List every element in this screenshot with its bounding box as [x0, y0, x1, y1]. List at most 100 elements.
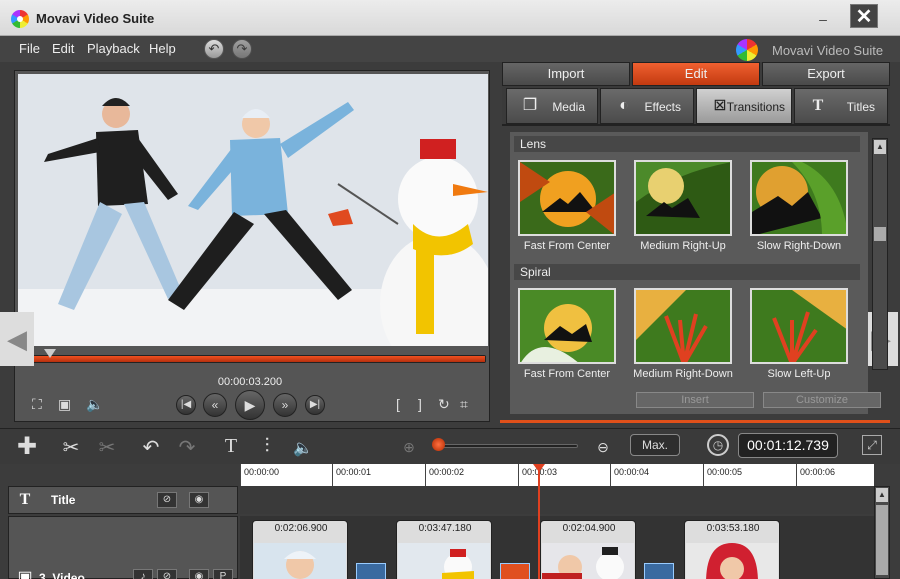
window-title: Movavi Video Suite: [36, 11, 155, 26]
transition-thumb[interactable]: [634, 160, 732, 236]
scroll-up-icon[interactable]: ▲: [874, 140, 886, 154]
clip-duration: 0:02:04.900: [562, 523, 616, 534]
ruler-tick: 00:00:02: [429, 467, 465, 477]
track-visibility-icon[interactable]: ◉: [189, 569, 209, 579]
scissors-icon[interactable]: ✂: [58, 435, 84, 460]
fast-forward-button[interactable]: »: [273, 393, 297, 417]
go-start-button[interactable]: |◀: [176, 395, 196, 415]
nav-left-arrow-icon[interactable]: ◀: [0, 312, 34, 366]
zoom-slider[interactable]: [438, 444, 578, 448]
title-track[interactable]: [240, 486, 874, 514]
transition-thumb[interactable]: [634, 288, 732, 364]
preview-panel: [14, 70, 490, 422]
undo-icon[interactable]: ↶: [204, 39, 224, 59]
track-header-title: T Title ⊘ ◉: [8, 486, 238, 514]
volume-icon[interactable]: 🔈: [86, 396, 103, 413]
player-timecode: 00:00:03.200: [217, 376, 283, 388]
rotate-right-icon[interactable]: ↷: [174, 435, 200, 460]
crop-icon[interactable]: ⌗: [460, 396, 468, 413]
panel-divider: [500, 420, 890, 423]
video-preview[interactable]: [18, 74, 488, 346]
clip-duration: 0:02:06.900: [274, 523, 328, 534]
scroll-thumb[interactable]: [874, 227, 886, 241]
menu-edit[interactable]: Edit: [52, 41, 74, 56]
audio-icon[interactable]: 🔈: [290, 438, 316, 458]
timeline-ruler[interactable]: 00:00:00 00:00:01 00:00:02 00:00:03 00:0…: [240, 464, 874, 486]
clip-duration: 0:03:47.180: [418, 523, 472, 534]
fit-screen-icon[interactable]: ⛶: [32, 396, 42, 413]
timeline-scroll-thumb[interactable]: [876, 505, 888, 575]
category-effects[interactable]: ◐ Effects: [600, 88, 694, 124]
split-icon[interactable]: ✂: [94, 435, 120, 460]
video-clip[interactable]: 0:03:53.180: [684, 520, 780, 579]
rewind-button[interactable]: «: [203, 393, 227, 417]
mark-out-icon[interactable]: ]: [418, 396, 422, 412]
zoom-knob[interactable]: [432, 438, 445, 451]
snapshot-icon[interactable]: ▣: [58, 396, 71, 413]
track-lock-icon[interactable]: P: [213, 569, 233, 579]
minimize-button[interactable]: –: [812, 10, 834, 28]
zoom-out-icon[interactable]: ⊖: [590, 439, 616, 456]
playhead-marker[interactable]: [533, 464, 545, 472]
video-clip[interactable]: 0:02:04.900: [540, 520, 636, 579]
seek-handle[interactable]: [44, 349, 56, 358]
track-mute-icon[interactable]: ⊘: [157, 569, 177, 579]
category-transitions[interactable]: ⊠ Transitions: [696, 88, 792, 124]
rotate-left-icon[interactable]: ↶: [138, 435, 164, 460]
timeline-scrollbar[interactable]: ▲: [874, 486, 890, 579]
mark-in-icon[interactable]: [: [396, 396, 400, 412]
max-button[interactable]: Max.: [630, 434, 680, 456]
close-button[interactable]: ✕: [850, 4, 878, 28]
visibility-icon[interactable]: ◉: [189, 492, 209, 508]
add-icon[interactable]: ✚: [14, 432, 40, 461]
menu-file[interactable]: File: [19, 41, 40, 56]
title-track-icon: T: [19, 491, 31, 508]
transition-marker[interactable]: [356, 563, 386, 579]
loop-icon[interactable]: ↻: [438, 396, 450, 413]
tab-import[interactable]: Import: [502, 62, 630, 86]
menu-playback[interactable]: Playback: [87, 41, 140, 56]
redo-icon[interactable]: ↷: [232, 39, 252, 59]
category-bar: ❐ Media ◐ Effects ⊠ Transitions T Titles: [502, 86, 890, 126]
group-header-lens: Lens: [514, 136, 860, 152]
timeline-scroll-up-icon[interactable]: ▲: [876, 488, 888, 502]
insert-button[interactable]: Insert: [636, 392, 754, 408]
zoom-in-icon[interactable]: ⊕: [396, 439, 422, 456]
menu-help[interactable]: Help: [149, 41, 176, 56]
media-icon: ❐: [522, 97, 538, 114]
transition-label: Medium Right-Up: [640, 240, 726, 252]
text-icon[interactable]: T: [218, 435, 244, 458]
go-end-button[interactable]: ▶|: [305, 395, 325, 415]
playhead[interactable]: [538, 464, 540, 579]
video-clip[interactable]: 0:03:47.180: [396, 520, 492, 579]
ruler-tick: 00:00:05: [707, 467, 743, 477]
category-titles-label: Titles: [846, 100, 875, 114]
transition-marker-selected[interactable]: [500, 563, 530, 579]
equalizer-icon[interactable]: ⫶: [254, 435, 280, 458]
transition-thumb[interactable]: [518, 160, 616, 236]
seek-bar-fill: [23, 356, 485, 362]
video-clip[interactable]: 0:02:06.900: [252, 520, 348, 579]
play-button[interactable]: ▶: [235, 390, 265, 420]
fullscreen-icon[interactable]: ⤢: [862, 435, 882, 455]
track-audio-icon[interactable]: ♪: [133, 569, 153, 579]
category-media[interactable]: ❐ Media: [506, 88, 598, 124]
transition-thumb[interactable]: [518, 288, 616, 364]
track-header-video: ▣ 3. Video ♪ ⊘ ◉ P: [8, 516, 238, 579]
ruler-tick: 00:00:01: [336, 467, 372, 477]
title-bar: Movavi Video Suite – ✕: [0, 0, 900, 36]
mute-icon[interactable]: ⊘: [157, 492, 177, 508]
category-transitions-label: Transitions: [726, 100, 785, 114]
transition-label: Slow Right-Down: [756, 240, 842, 252]
tab-export[interactable]: Export: [762, 62, 890, 86]
customize-button[interactable]: Customize: [763, 392, 881, 408]
video-track-icon: ▣: [17, 569, 33, 579]
tab-edit[interactable]: Edit: [632, 62, 760, 86]
category-titles[interactable]: T Titles: [794, 88, 888, 124]
transition-marker[interactable]: [644, 563, 674, 579]
transition-thumb[interactable]: [750, 160, 848, 236]
gallery-scrollbar[interactable]: ▲: [872, 138, 888, 370]
app-logo-icon: [11, 10, 29, 28]
transition-thumb[interactable]: [750, 288, 848, 364]
seek-bar[interactable]: [22, 355, 486, 363]
